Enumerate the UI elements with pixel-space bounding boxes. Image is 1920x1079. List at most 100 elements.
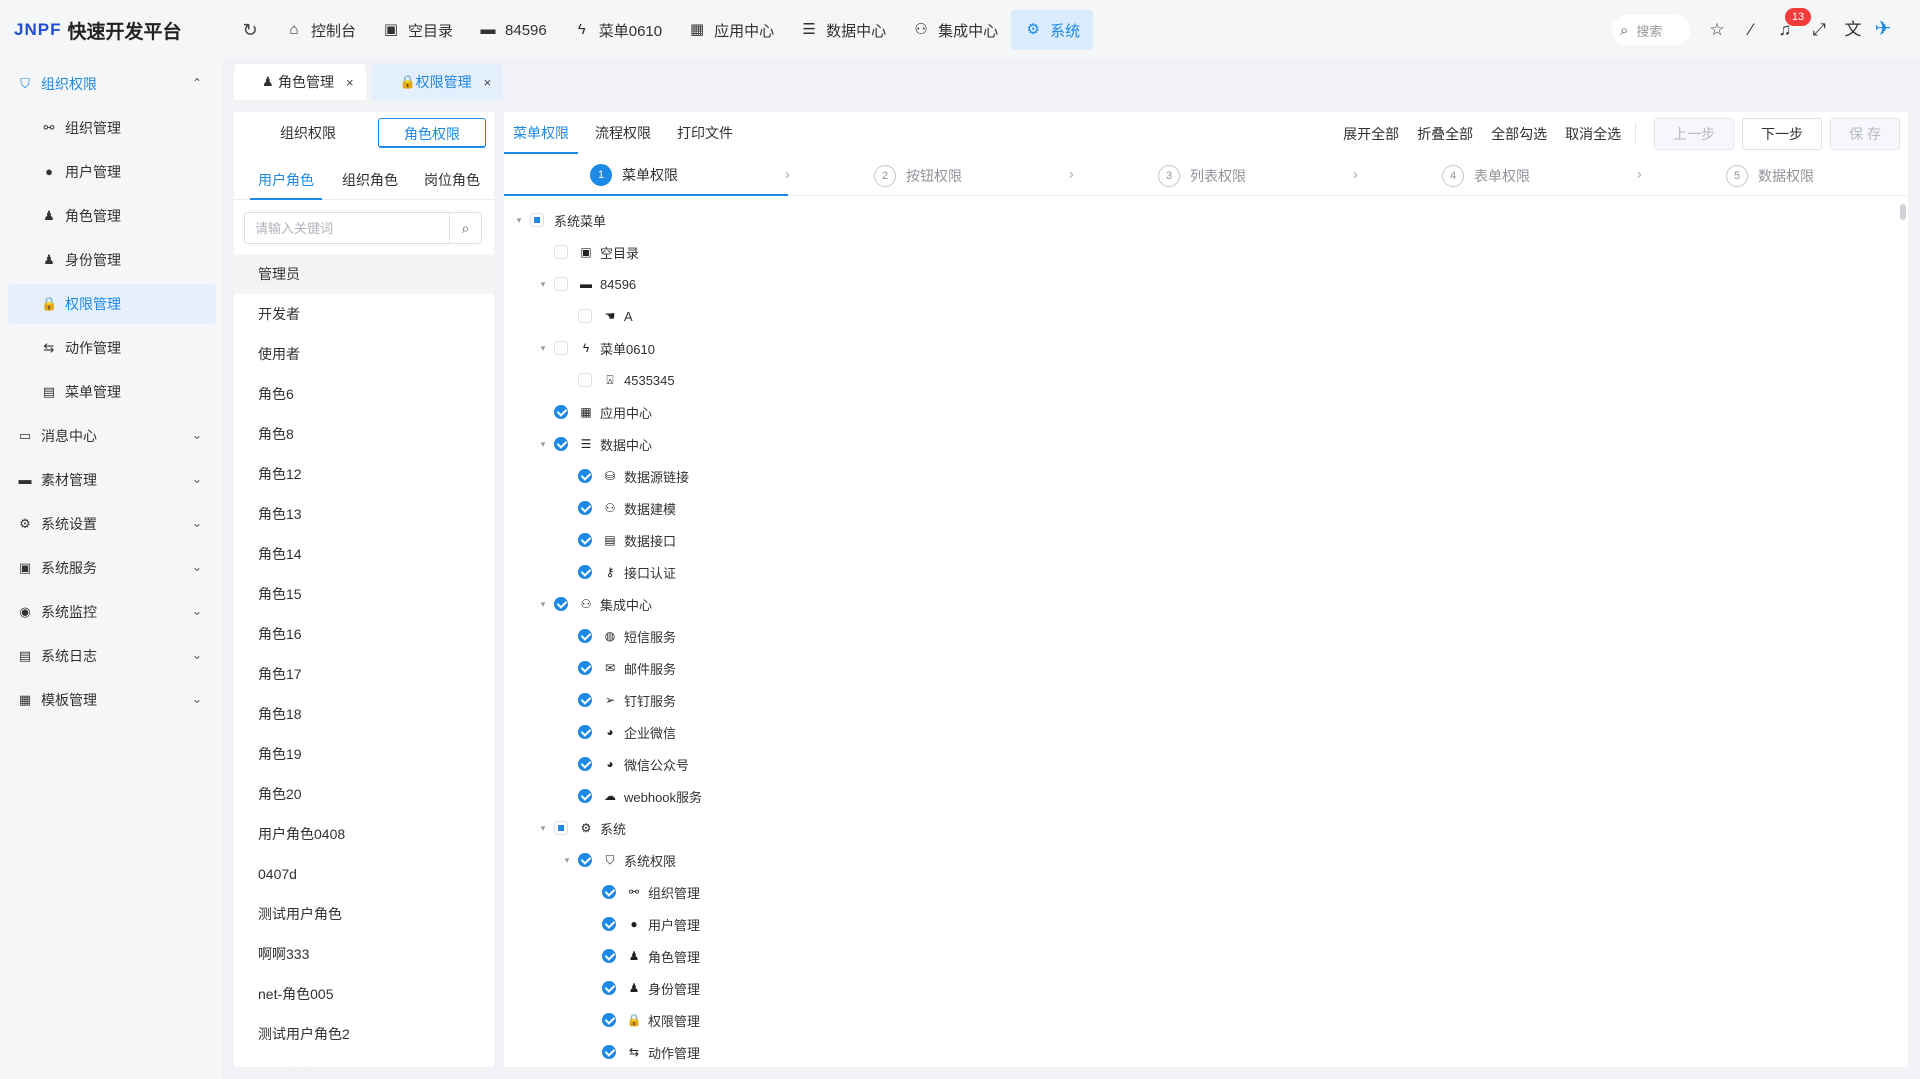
tree-checkbox[interactable] — [602, 1013, 616, 1027]
role-list-item[interactable]: 一一角色 — [234, 1054, 494, 1067]
nav-item-6[interactable]: ⚇ 集成中心 — [899, 10, 1011, 50]
tree-node[interactable]: ◍ 短信服务 — [504, 620, 1884, 652]
tree-node[interactable]: ▾ ▬ 84596 — [504, 268, 1884, 300]
caret-down-icon[interactable]: ▾ — [536, 279, 550, 290]
nav-item-5[interactable]: ☰ 数据中心 — [787, 10, 899, 50]
role-list-item[interactable]: 角色14 — [234, 534, 494, 574]
tree-checkbox[interactable] — [602, 1045, 616, 1059]
step-4[interactable]: 4 表单权限 › — [1356, 156, 1642, 196]
step-3[interactable]: 3 列表权限 › — [1072, 156, 1358, 196]
prev-step-button[interactable]: 上一步 — [1654, 118, 1735, 150]
step-2[interactable]: 2 按钮权限 › — [788, 156, 1074, 196]
tree-node[interactable]: ▣ 空目录 — [504, 236, 1884, 268]
scrollbar-thumb[interactable] — [1900, 204, 1906, 220]
role-list-item[interactable]: net-角色005 — [234, 974, 494, 1014]
tree-node[interactable]: ♟ 身份管理 — [504, 972, 1884, 1004]
tree-checkbox[interactable] — [578, 725, 592, 739]
fullscreen-icon[interactable]: ⤢ — [1802, 16, 1836, 44]
nav-item-0[interactable]: ⌂ 控制台 — [272, 10, 369, 50]
page-tab-1[interactable]: 🔒 权限管理 × — [371, 64, 504, 100]
tree-checkbox[interactable] — [602, 885, 616, 899]
tree-checkbox[interactable] — [578, 533, 592, 547]
role-list-item[interactable]: 角色19 — [234, 734, 494, 774]
tree-node[interactable]: ⚯ 组织管理 — [504, 876, 1884, 908]
tree-node[interactable]: ◕ 微信公众号 — [504, 748, 1884, 780]
role-list-item[interactable]: 角色20 — [234, 774, 494, 814]
tree-node[interactable]: ☁ webhook服务 — [504, 780, 1884, 812]
tree-checkbox[interactable] — [578, 853, 592, 867]
caret-down-icon[interactable]: ▾ — [536, 343, 550, 354]
role-list-item[interactable]: 测试用户角色2 — [234, 1014, 494, 1054]
sidebar-item-8[interactable]: ▭ 消息中心 ⌄ — [8, 416, 216, 456]
tree-node[interactable]: ▾ ⚇ 集成中心 — [504, 588, 1884, 620]
role-list-item[interactable]: 角色15 — [234, 574, 494, 614]
tree-checkbox[interactable] — [578, 757, 592, 771]
tree-checkbox[interactable] — [554, 277, 568, 291]
role-permission-option[interactable]: 角色权限 — [378, 118, 486, 148]
tree-node[interactable]: ▾ ☰ 数据中心 — [504, 428, 1884, 460]
avatar[interactable]: ✈ — [1868, 14, 1898, 44]
tab-menu-permission[interactable]: 菜单权限 — [504, 112, 578, 154]
tree-checkbox[interactable] — [578, 501, 592, 515]
star-icon[interactable]: ☆ — [1700, 16, 1734, 44]
step-5[interactable]: 5 数据权限 — [1640, 156, 1908, 196]
tree-checkbox[interactable] — [578, 693, 592, 707]
nav-item-7[interactable]: ⚙ 系统 — [1011, 10, 1094, 50]
tree-node[interactable]: ● 用户管理 — [504, 908, 1884, 940]
caret-down-icon[interactable]: ▾ — [512, 215, 526, 226]
tree-checkbox[interactable] — [554, 341, 568, 355]
org-permission-option[interactable]: 组织权限 — [254, 118, 362, 148]
role-list-item[interactable]: 角色8 — [234, 414, 494, 454]
tree-node[interactable]: ⍓ 4535345 — [504, 364, 1884, 396]
role-list-item[interactable]: 角色13 — [234, 494, 494, 534]
sidebar-item-1[interactable]: ⚯ 组织管理 — [8, 108, 216, 148]
tree-node[interactable]: ☚ A — [504, 300, 1884, 332]
role-list-item[interactable]: 管理员 — [234, 254, 494, 294]
sidebar-item-0[interactable]: ⛉ 组织权限 ⌃ — [8, 64, 216, 104]
tab-post-role[interactable]: 岗位角色 — [416, 160, 488, 200]
tree-checkbox[interactable] — [554, 245, 568, 259]
tree-node[interactable]: ▤ 数据接口 — [504, 524, 1884, 556]
check-all-link[interactable]: 全部勾选 — [1491, 124, 1547, 144]
step-1[interactable]: 1 菜单权限 › — [504, 156, 790, 196]
nav-item-1[interactable]: ▣ 空目录 — [369, 10, 466, 50]
tree-checkbox[interactable] — [602, 949, 616, 963]
refresh-icon[interactable]: ↻ — [238, 18, 262, 42]
tab-flow-permission[interactable]: 流程权限 — [586, 112, 660, 154]
tab-user-role[interactable]: 用户角色 — [250, 160, 322, 200]
role-list-item[interactable]: 角色16 — [234, 614, 494, 654]
tree-checkbox[interactable] — [530, 213, 544, 227]
magic-wand-icon[interactable]: ⁄ — [1734, 16, 1768, 44]
tree-checkbox[interactable] — [554, 405, 568, 419]
tree-node[interactable]: ▾ 系统菜单 — [504, 204, 1884, 236]
sidebar-item-12[interactable]: ◉ 系统监控 ⌄ — [8, 592, 216, 632]
role-list-item[interactable]: 0407d — [234, 854, 494, 894]
tree-node[interactable]: ⚷ 接口认证 — [504, 556, 1884, 588]
tree-node[interactable]: ⛁ 数据源链接 — [504, 460, 1884, 492]
tree-node[interactable]: ▾ ϟ 菜单0610 — [504, 332, 1884, 364]
sidebar-item-7[interactable]: ▤ 菜单管理 — [8, 372, 216, 412]
caret-down-icon[interactable]: ▾ — [536, 599, 550, 610]
role-list-item[interactable]: 用户角色0408 — [234, 814, 494, 854]
tree-node[interactable]: ▾ ⚙ 系统 — [504, 812, 1884, 844]
sidebar-item-13[interactable]: ▤ 系统日志 ⌄ — [8, 636, 216, 676]
tree-checkbox[interactable] — [578, 373, 592, 387]
tree-node[interactable]: ⇆ 动作管理 — [504, 1036, 1884, 1067]
tree-checkbox[interactable] — [578, 469, 592, 483]
tree-checkbox[interactable] — [602, 917, 616, 931]
tree-checkbox[interactable] — [554, 597, 568, 611]
tree-node[interactable]: ◕ 企业微信 — [504, 716, 1884, 748]
tree-node[interactable]: ⚇ 数据建模 — [504, 492, 1884, 524]
tab-print-file[interactable]: 打印文件 — [668, 112, 742, 154]
app-logo[interactable]: JNPF 快速开发平台 — [14, 17, 181, 43]
role-list-item[interactable]: 测试用户角色 — [234, 894, 494, 934]
tree-checkbox[interactable] — [578, 309, 592, 323]
role-list-item[interactable]: 角色6 — [234, 374, 494, 414]
uncheck-all-link[interactable]: 取消全选 — [1565, 124, 1621, 144]
tree-node[interactable]: ➢ 钉钉服务 — [504, 684, 1884, 716]
tree-checkbox[interactable] — [602, 981, 616, 995]
tree-checkbox[interactable] — [578, 629, 592, 643]
role-list-item[interactable]: 开发者 — [234, 294, 494, 334]
bell-icon[interactable]: ♫ 13 — [1768, 8, 1811, 44]
sidebar-item-4[interactable]: ♟ 身份管理 — [8, 240, 216, 280]
